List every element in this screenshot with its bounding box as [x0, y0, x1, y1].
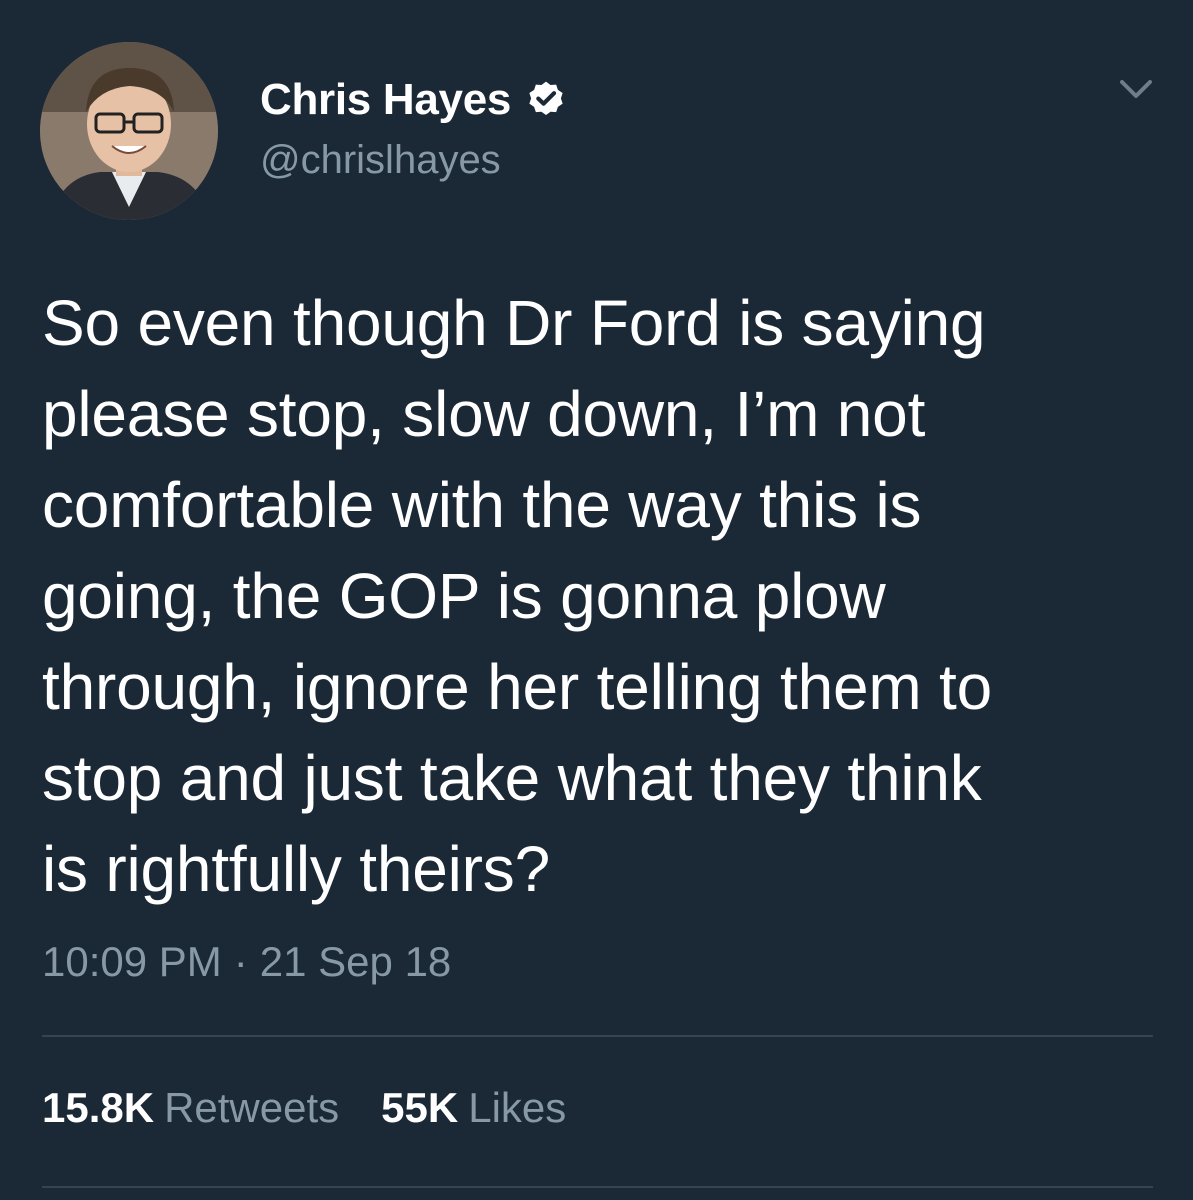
- retweets-label: Retweets: [164, 1084, 340, 1131]
- likes-label: Likes: [468, 1084, 567, 1131]
- chevron-down-icon[interactable]: [1116, 76, 1156, 104]
- tweet-text: So even though Dr Ford is saying please …: [42, 287, 993, 905]
- likes-stat[interactable]: 55K Likes: [381, 1084, 566, 1132]
- name-row: Chris Hayes: [260, 72, 567, 128]
- user-handle[interactable]: @chrislhayes: [260, 138, 567, 183]
- divider: [42, 1035, 1153, 1037]
- engagement-stats: 15.8K Retweets 55K Likes: [42, 1084, 608, 1132]
- avatar[interactable]: [40, 42, 218, 220]
- divider: [42, 1186, 1153, 1188]
- author-block: Chris Hayes @chrislhayes: [260, 72, 567, 183]
- likes-count: 55K: [381, 1084, 459, 1131]
- display-name[interactable]: Chris Hayes: [260, 75, 511, 125]
- tweet-time: 10:09 PM: [42, 938, 222, 985]
- tweet-card: Chris Hayes @chrislhayes So even though …: [0, 0, 1193, 1200]
- tweet-timestamp[interactable]: 10:09 PM · 21 Sep 18: [42, 938, 451, 986]
- tweet-date: 21 Sep 18: [259, 938, 452, 985]
- timestamp-separator: ·: [233, 938, 248, 985]
- retweets-count: 15.8K: [42, 1084, 155, 1131]
- retweets-stat[interactable]: 15.8K Retweets: [42, 1084, 339, 1132]
- verified-badge-icon: [525, 79, 567, 121]
- profile-photo: [40, 42, 218, 220]
